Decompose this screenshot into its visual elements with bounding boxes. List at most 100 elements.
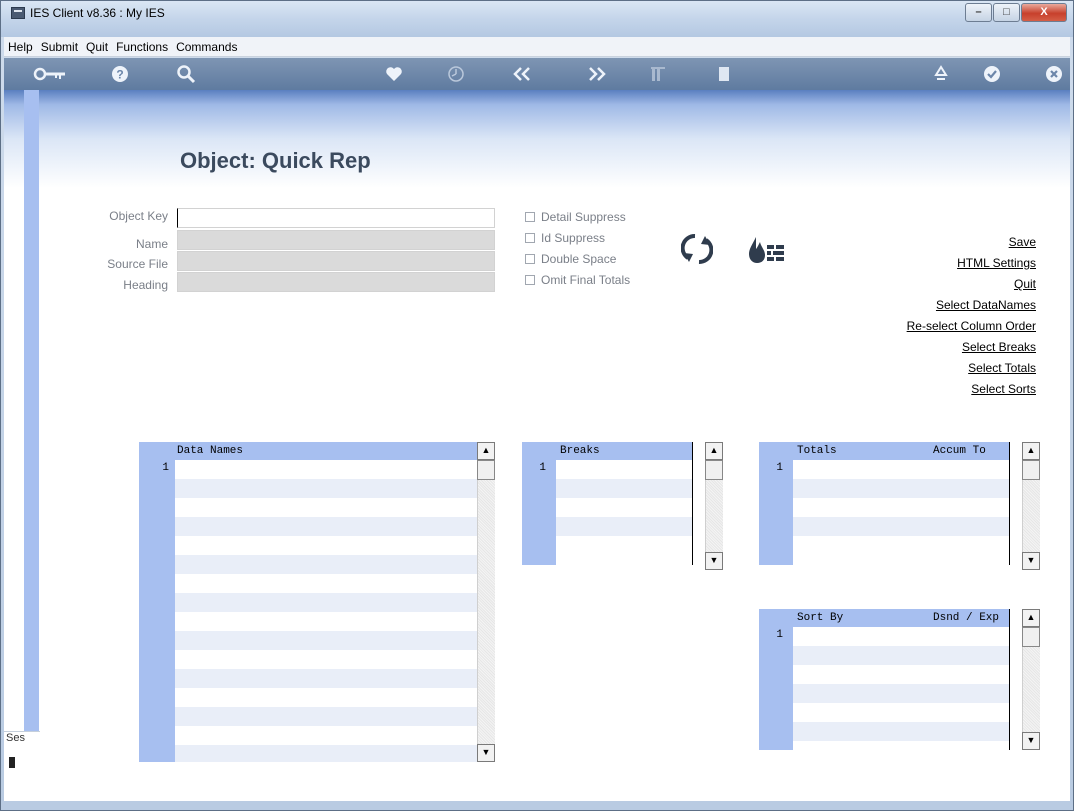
table-row[interactable] xyxy=(793,536,1009,555)
name-field[interactable] xyxy=(177,230,495,250)
scroll-thumb[interactable] xyxy=(477,460,495,480)
object-key-field[interactable] xyxy=(177,208,495,228)
table-row[interactable] xyxy=(556,479,692,498)
table-row[interactable] xyxy=(793,479,1009,498)
scrollbar[interactable] xyxy=(477,442,495,762)
table-row[interactable] xyxy=(175,479,477,498)
search-icon[interactable] xyxy=(174,64,198,84)
table-row[interactable] xyxy=(175,498,477,517)
table-row[interactable] xyxy=(175,612,477,631)
table-row[interactable] xyxy=(175,536,477,555)
help-icon[interactable]: ? xyxy=(108,64,132,84)
heading-field[interactable] xyxy=(177,272,495,292)
previous-icon[interactable] xyxy=(509,64,537,84)
left-accent-bar xyxy=(24,90,39,731)
table-row[interactable] xyxy=(175,460,477,479)
menu-functions[interactable]: Functions xyxy=(112,40,172,54)
double-space-checkbox[interactable]: Double Space xyxy=(525,252,616,266)
app-icon xyxy=(11,7,25,19)
checkbox-label: Double Space xyxy=(541,252,617,266)
columns-icon[interactable] xyxy=(646,64,670,84)
table-row[interactable] xyxy=(175,517,477,536)
svg-text:?: ? xyxy=(116,68,123,82)
table-row[interactable] xyxy=(793,722,1009,741)
scroll-down-button[interactable]: ▼ xyxy=(705,552,723,570)
table-row[interactable] xyxy=(793,665,1009,684)
grid-row-gutter xyxy=(139,442,175,762)
scroll-thumb[interactable] xyxy=(1022,627,1040,647)
close-window-button[interactable]: X xyxy=(1021,3,1067,22)
scroll-thumb[interactable] xyxy=(705,460,723,480)
reselect-column-order-link[interactable]: Re-select Column Order xyxy=(907,316,1036,337)
checkbox-box[interactable] xyxy=(525,254,535,264)
next-icon[interactable] xyxy=(582,64,610,84)
grid-divider xyxy=(1009,442,1010,565)
table-row[interactable] xyxy=(175,669,477,688)
checkbox-box[interactable] xyxy=(525,212,535,222)
document-icon[interactable] xyxy=(712,64,736,84)
window-controls: – □ X xyxy=(964,3,1067,23)
name-label: Name xyxy=(135,237,168,251)
menu-submit[interactable]: Submit xyxy=(37,40,82,54)
table-row[interactable] xyxy=(793,646,1009,665)
table-row[interactable] xyxy=(793,517,1009,536)
scroll-up-button[interactable]: ▲ xyxy=(1022,609,1040,627)
save-link[interactable]: Save xyxy=(907,232,1036,253)
select-breaks-link[interactable]: Select Breaks xyxy=(907,337,1036,358)
table-row[interactable] xyxy=(556,460,692,479)
table-row[interactable] xyxy=(793,498,1009,517)
key-icon[interactable] xyxy=(32,64,68,84)
scroll-down-button[interactable]: ▼ xyxy=(1022,552,1040,570)
heart-icon[interactable] xyxy=(382,64,406,84)
scroll-down-button[interactable]: ▼ xyxy=(477,744,495,762)
object-key-label: Object Key xyxy=(109,209,168,223)
table-row[interactable] xyxy=(175,726,477,745)
checkbox-box[interactable] xyxy=(525,233,535,243)
select-sorts-link[interactable]: Select Sorts xyxy=(907,379,1036,400)
omit-final-totals-checkbox[interactable]: Omit Final Totals xyxy=(525,273,630,287)
table-row[interactable] xyxy=(175,707,477,726)
row-number: 1 xyxy=(539,462,546,474)
table-row[interactable] xyxy=(556,517,692,536)
table-row[interactable] xyxy=(793,703,1009,722)
table-row[interactable] xyxy=(793,627,1009,646)
firewall-icon[interactable] xyxy=(747,235,787,270)
table-row[interactable] xyxy=(175,688,477,707)
checkbox-box[interactable] xyxy=(525,275,535,285)
recycle-icon[interactable] xyxy=(929,64,953,84)
table-row[interactable] xyxy=(175,593,477,612)
menu-help[interactable]: Help xyxy=(4,40,37,54)
table-row[interactable] xyxy=(793,684,1009,703)
table-row[interactable] xyxy=(556,536,692,555)
refresh-icon[interactable] xyxy=(680,232,714,271)
quit-link[interactable]: Quit xyxy=(907,274,1036,295)
id-suppress-checkbox[interactable]: Id Suppress xyxy=(525,231,605,245)
scroll-down-button[interactable]: ▼ xyxy=(1022,732,1040,750)
close-icon[interactable] xyxy=(1042,64,1066,84)
menu-commands[interactable]: Commands xyxy=(172,40,241,54)
session-panel: Ses xyxy=(4,731,40,801)
scroll-up-button[interactable]: ▲ xyxy=(477,442,495,460)
clock-icon[interactable] xyxy=(444,64,468,84)
source-file-field[interactable] xyxy=(177,251,495,271)
scroll-up-button[interactable]: ▲ xyxy=(1022,442,1040,460)
table-row[interactable] xyxy=(175,745,477,762)
table-row[interactable] xyxy=(556,498,692,517)
window-title: IES Client v8.36 : My IES xyxy=(30,6,165,20)
table-row[interactable] xyxy=(793,460,1009,479)
detail-suppress-checkbox[interactable]: Detail Suppress xyxy=(525,210,626,224)
scroll-up-button[interactable]: ▲ xyxy=(705,442,723,460)
table-row[interactable] xyxy=(175,650,477,669)
table-row[interactable] xyxy=(175,574,477,593)
minimize-button[interactable]: – xyxy=(965,3,992,22)
select-totals-link[interactable]: Select Totals xyxy=(907,358,1036,379)
menu-quit[interactable]: Quit xyxy=(82,40,112,54)
session-icon[interactable] xyxy=(9,757,15,768)
table-row[interactable] xyxy=(175,631,477,650)
maximize-button[interactable]: □ xyxy=(993,3,1020,22)
check-icon[interactable] xyxy=(980,64,1004,84)
table-row[interactable] xyxy=(175,555,477,574)
scroll-thumb[interactable] xyxy=(1022,460,1040,480)
html-settings-link[interactable]: HTML Settings xyxy=(907,253,1036,274)
select-datanames-link[interactable]: Select DataNames xyxy=(907,295,1036,316)
